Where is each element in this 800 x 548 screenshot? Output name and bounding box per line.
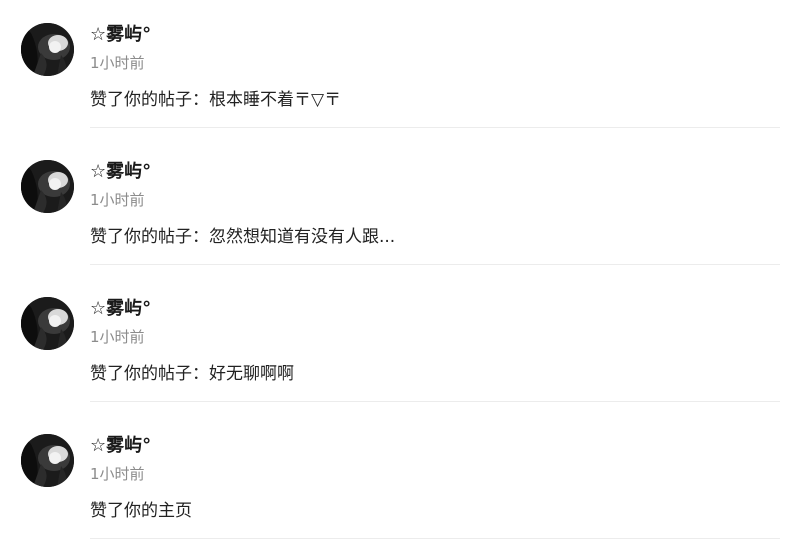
divider [90, 538, 780, 539]
notification-item[interactable]: ☆雾屿° 1小时前 赞了你的帖子：好无聊啊啊 [0, 274, 800, 411]
username[interactable]: ☆雾屿° [90, 296, 151, 322]
username[interactable]: ☆雾屿° [90, 159, 151, 185]
timestamp: 1小时前 [90, 465, 145, 483]
username[interactable]: ☆雾屿° [90, 433, 151, 459]
avatar[interactable] [21, 160, 74, 213]
user-avatar-icon [21, 160, 74, 213]
timestamp: 1小时前 [90, 328, 145, 346]
notification-text[interactable]: 赞了你的主页 [90, 498, 192, 524]
username[interactable]: ☆雾屿° [90, 22, 151, 48]
divider [90, 401, 780, 402]
divider [90, 264, 780, 265]
notification-text[interactable]: 赞了你的帖子：忽然想知道有没有人跟... [90, 224, 395, 250]
timestamp: 1小时前 [90, 191, 145, 209]
notification-item[interactable]: ☆雾屿° 1小时前 赞了你的帖子：忽然想知道有没有人跟... [0, 137, 800, 274]
timestamp: 1小时前 [90, 54, 145, 72]
avatar[interactable] [21, 434, 74, 487]
avatar[interactable] [21, 297, 74, 350]
notification-item[interactable]: ☆雾屿° 1小时前 赞了你的帖子：根本睡不着〒▽〒 [0, 0, 800, 137]
notification-item[interactable]: ☆雾屿° 1小时前 赞了你的主页 [0, 411, 800, 548]
notification-list: ☆雾屿° 1小时前 赞了你的帖子：根本睡不着〒▽〒 ☆雾屿° 1小时前 赞了你的… [0, 0, 800, 543]
notification-text[interactable]: 赞了你的帖子：好无聊啊啊 [90, 361, 294, 387]
avatar[interactable] [21, 23, 74, 76]
notification-text[interactable]: 赞了你的帖子：根本睡不着〒▽〒 [90, 87, 341, 113]
user-avatar-icon [21, 434, 74, 487]
user-avatar-icon [21, 23, 74, 76]
divider [90, 127, 780, 128]
user-avatar-icon [21, 297, 74, 350]
